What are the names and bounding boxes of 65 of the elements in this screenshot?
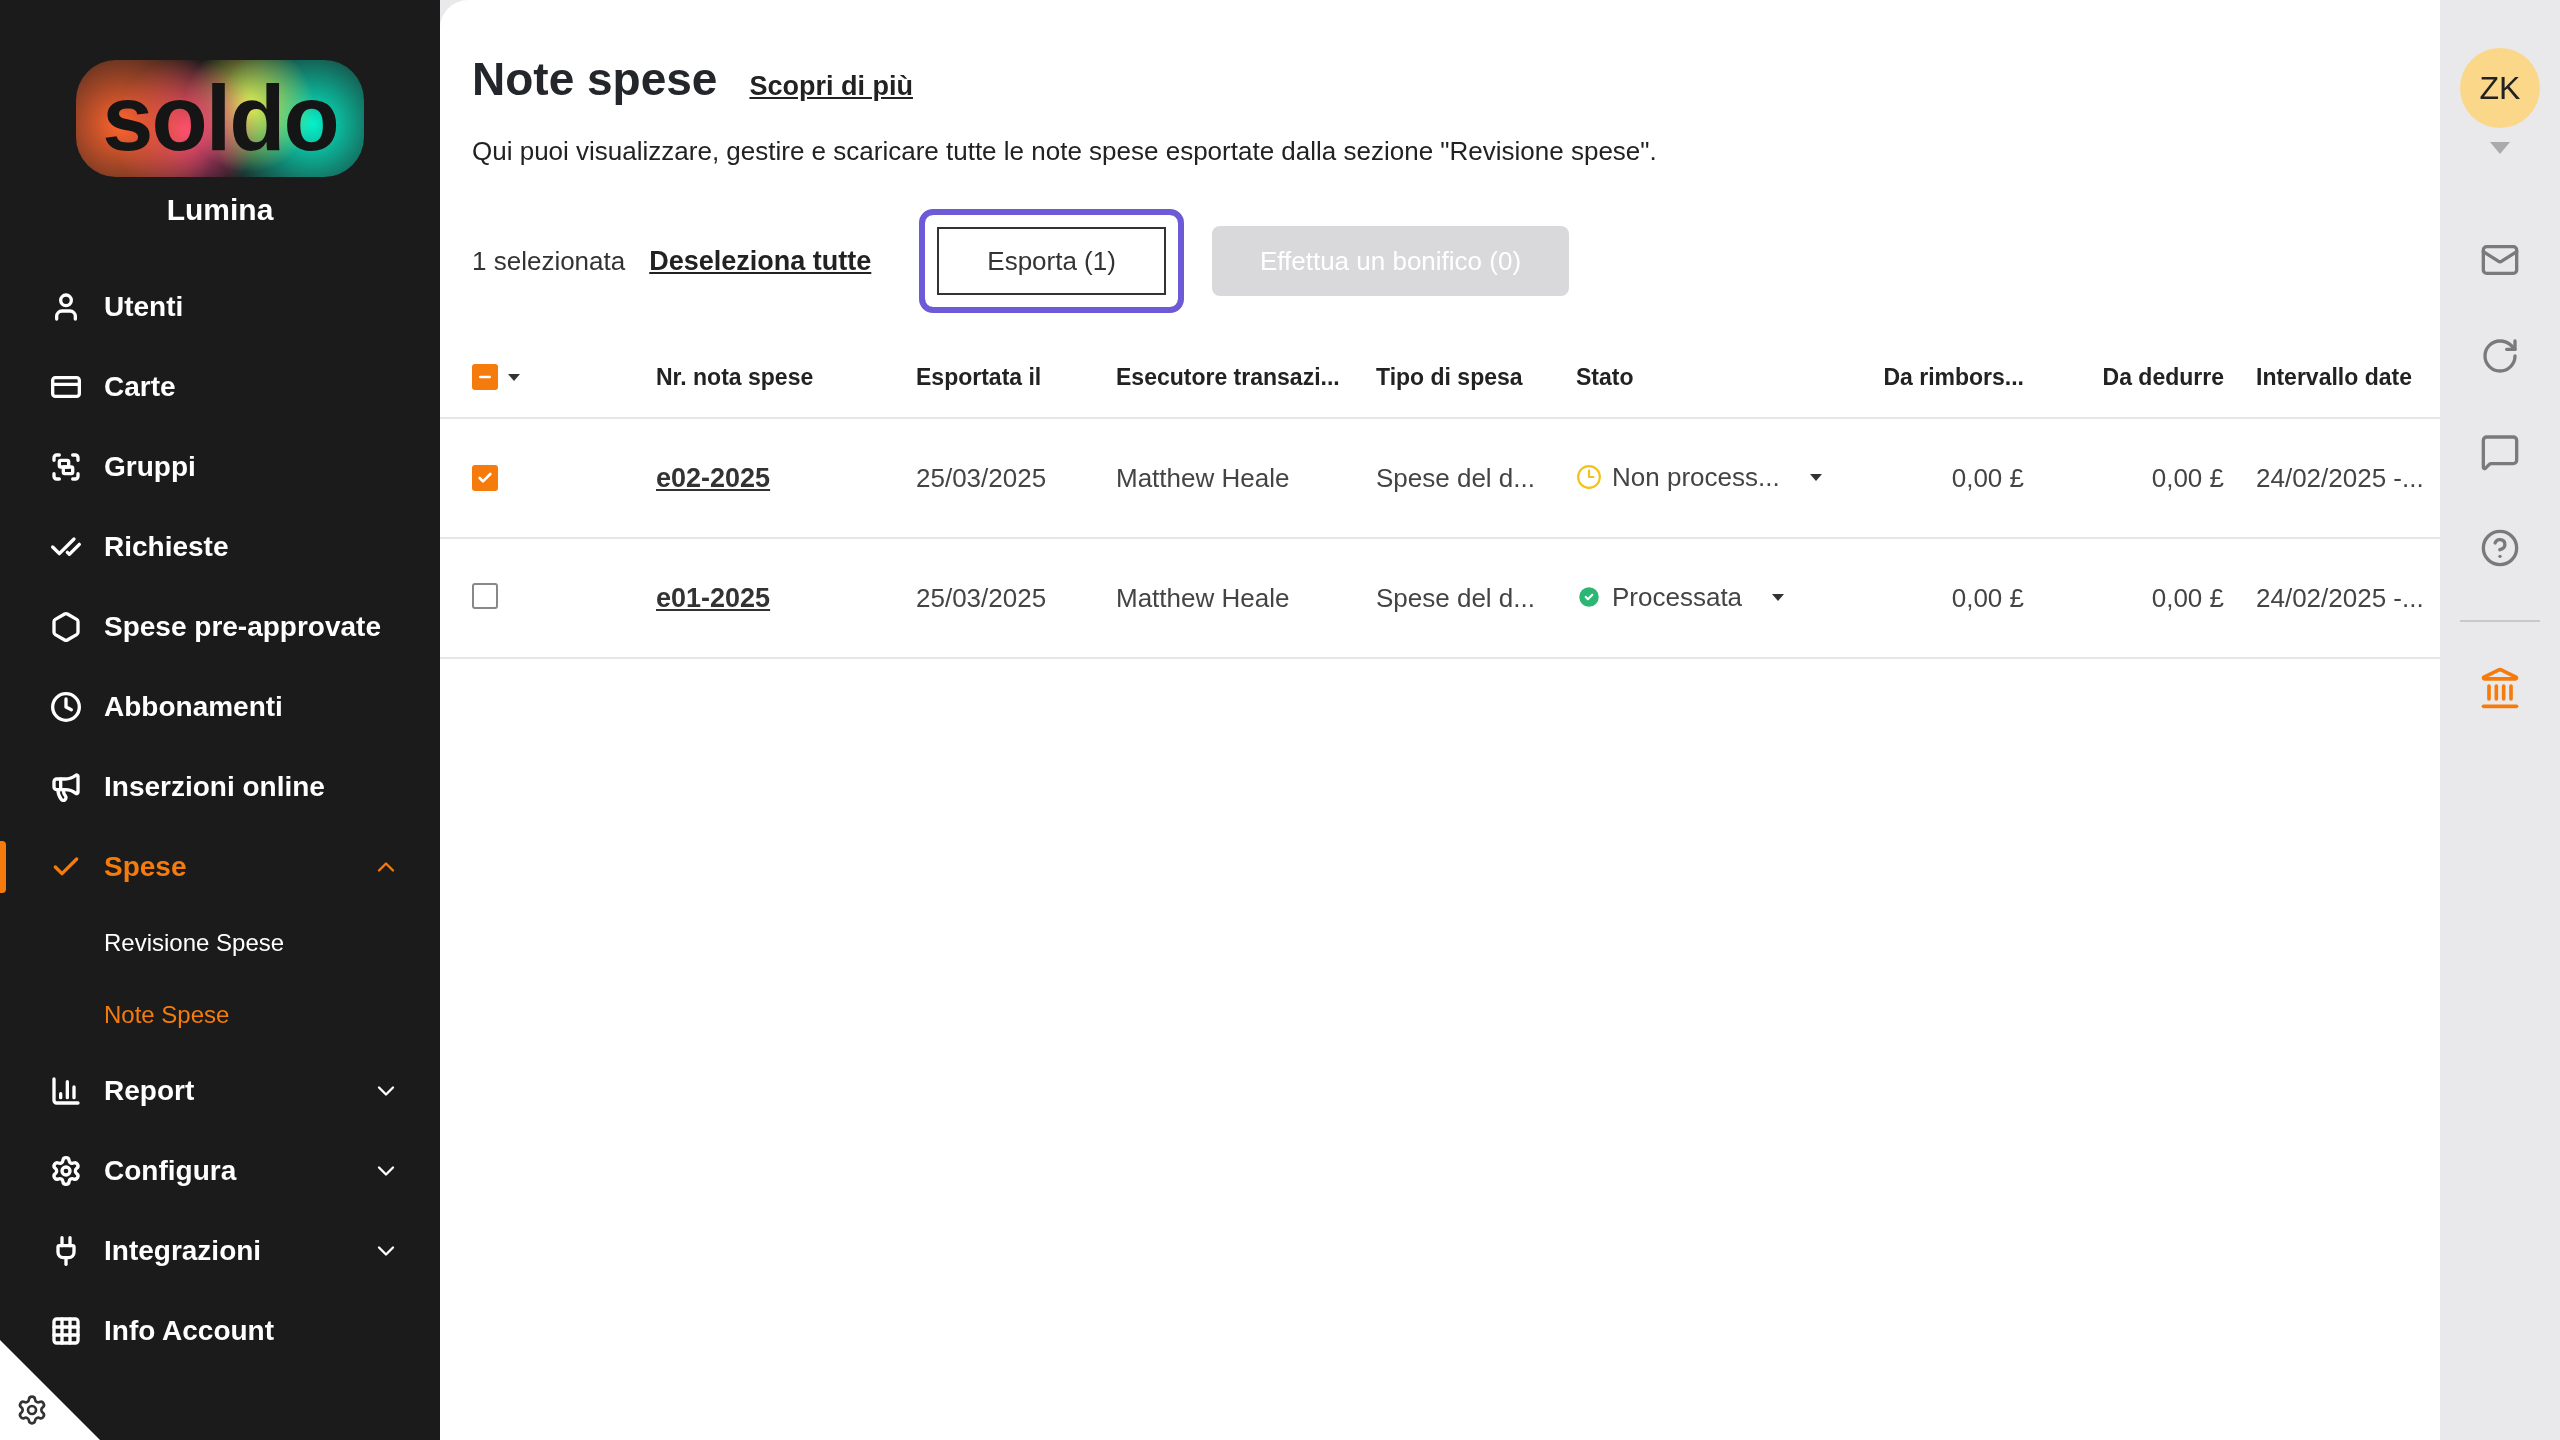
table-cell-text: Matthew Heale (1116, 582, 1291, 614)
learn-more-link[interactable]: Scopri di più (749, 71, 913, 102)
hexagon-icon (50, 611, 82, 643)
nav-subitem[interactable]: Note Spese (0, 979, 440, 1051)
table-cell-text: Spese del d... (1376, 582, 1536, 614)
report-number-link[interactable]: e01-2025 (656, 582, 771, 613)
table-cell-text: 0,00 £ (2150, 582, 2224, 614)
column-header: Stato (1576, 363, 1635, 391)
report-number-link[interactable]: e02-2025 (656, 462, 771, 493)
clock-icon (50, 691, 82, 723)
gear-icon (50, 1155, 82, 1187)
table-cell-text: 0,00 £ (2150, 462, 2224, 494)
status-dropdown[interactable]: Non process... (1576, 461, 1822, 493)
settings-icon[interactable] (16, 1394, 48, 1426)
status-dropdown[interactable]: Processata (1576, 581, 1785, 613)
column-header: Intervallo date (2255, 363, 2413, 391)
table-cell-text: 24/02/2025 -... (2255, 582, 2425, 614)
export-button[interactable]: Esporta (1) (919, 209, 1184, 313)
help-icon[interactable] (2480, 528, 2520, 568)
table-cell-text: Matthew Heale (1116, 462, 1291, 494)
column-header: Da rimbors... (1882, 363, 2024, 391)
column-header: Esecutore transazi... (1116, 363, 1341, 391)
column-header: Esportata il (916, 363, 1043, 391)
check-icon (477, 470, 493, 486)
nav-item[interactable]: Utenti (0, 267, 440, 347)
table-cell-text: 0,00 £ (1950, 582, 2024, 614)
nav-item[interactable]: Gruppi (0, 427, 440, 507)
nav-item[interactable]: Abbonamenti (0, 667, 440, 747)
checkbox[interactable] (472, 583, 498, 609)
nav-item[interactable]: Inserzioni online (0, 747, 440, 827)
page-description: Qui puoi visualizzare, gestire e scaricare tutte le note spese esportate dalla sezione "Revisione spese". (472, 136, 1658, 167)
nav-item[interactable]: Carte (0, 347, 440, 427)
table-cell-text: 24/02/2025 -... (2255, 462, 2425, 494)
grid-icon (50, 1315, 82, 1347)
clock-icon (1576, 464, 1602, 491)
nav-item[interactable]: Spese pre-approvate (0, 587, 440, 667)
selection-count: 1 selezionata (472, 245, 626, 277)
column-header: Nr. nota spese (656, 363, 815, 391)
column-header: Da dedurre (2101, 363, 2224, 391)
select-all-checkbox[interactable] (472, 364, 498, 390)
nav-item[interactable]: Info Account (0, 1291, 440, 1371)
nav-item[interactable]: Richieste (0, 507, 440, 587)
checkbox[interactable] (472, 465, 498, 491)
caret-icon[interactable] (508, 373, 520, 381)
nav-item[interactable]: Spese (0, 827, 440, 907)
nav-item[interactable]: Configura (0, 1131, 440, 1211)
nav-subitem[interactable]: Revisione Spese (0, 907, 440, 979)
bar-chart-icon (50, 1075, 82, 1107)
deselect-all-link[interactable]: Deseleziona tutte (649, 245, 872, 277)
megaphone-icon (50, 771, 82, 803)
table-cell-text: Spese del d... (1376, 462, 1536, 494)
table-cell-text: 0,00 £ (1950, 462, 2024, 494)
refresh-icon[interactable] (2480, 336, 2520, 376)
table-cell-text: 25/03/2025 (916, 582, 1048, 614)
page-title: Note spese (472, 52, 718, 106)
company-name: Lumina (165, 193, 275, 227)
caret-icon (1809, 473, 1822, 481)
caret-icon (1772, 593, 1785, 601)
avatar[interactable]: ZK (2460, 48, 2540, 128)
group-icon (50, 451, 82, 483)
nav-item[interactable]: Integrazioni (0, 1211, 440, 1291)
column-header: Tipo di spesa (1376, 363, 1524, 391)
nav-item[interactable]: Report (0, 1051, 440, 1131)
table-cell-text: 25/03/2025 (916, 462, 1048, 494)
chat-icon[interactable] (2480, 432, 2520, 472)
